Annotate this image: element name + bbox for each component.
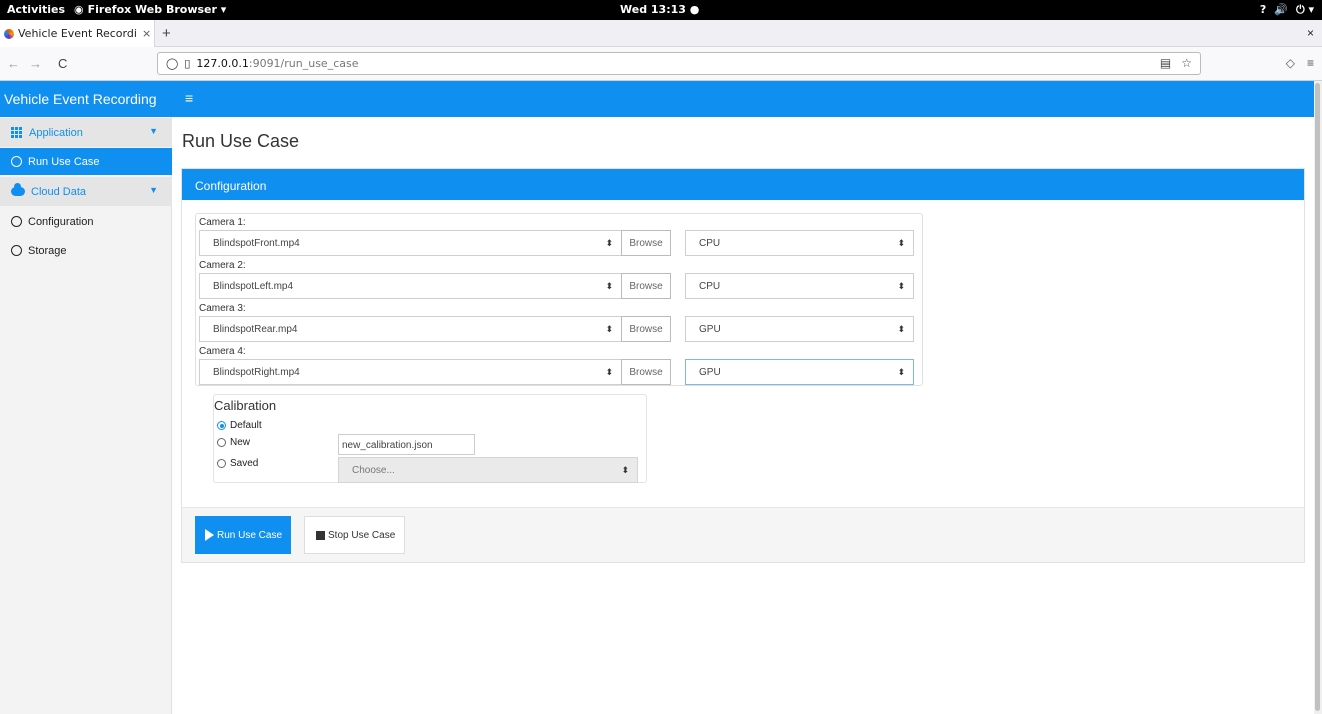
button-label: Run Use Case xyxy=(217,529,283,541)
network-icon: ? xyxy=(1259,3,1267,16)
radio-icon xyxy=(217,438,226,447)
select-arrows-icon: ⬍ xyxy=(605,281,613,291)
new-tab-button[interactable]: + xyxy=(162,25,171,42)
camera-device-select[interactable]: CPU ⬍ xyxy=(685,273,914,299)
url-path: :9091/run_use_case xyxy=(248,57,359,70)
camera-file-select[interactable]: BlindspotFront.mp4 ⬍ xyxy=(199,230,622,256)
camera-label: Camera 2: xyxy=(199,260,246,271)
camera-label: Camera 1: xyxy=(199,217,246,228)
grid-icon xyxy=(11,127,23,138)
browse-button[interactable]: Browse xyxy=(621,359,671,385)
select-arrows-icon: ⬍ xyxy=(897,367,905,377)
clock[interactable]: Wed 13:13 ● xyxy=(620,3,699,16)
select-arrows-icon: ⬍ xyxy=(605,367,613,377)
radio-icon xyxy=(217,459,226,468)
sidebar-item-storage[interactable]: Storage xyxy=(0,237,172,264)
page-title: Run Use Case xyxy=(182,131,300,151)
radio-label: Saved xyxy=(230,458,259,469)
select-arrows-icon: ⬍ xyxy=(605,324,613,334)
sidebar-item-label: Storage xyxy=(28,244,67,257)
power-icon: ⏻ ▾ xyxy=(1295,3,1314,16)
saved-calibration-select[interactable]: Choose... ⬍ xyxy=(338,457,638,483)
circle-icon xyxy=(11,245,22,256)
sidebar-group-cloud-data[interactable]: Cloud Data ▼ xyxy=(0,177,172,206)
scrollbar-thumb[interactable] xyxy=(1315,83,1320,711)
circle-icon xyxy=(11,156,22,167)
play-icon xyxy=(205,529,214,541)
system-top-bar: Activities ◉ Firefox Web Browser ▾ Wed 1… xyxy=(0,0,1322,20)
sidebar-item-label: Run Use Case xyxy=(28,155,100,168)
reader-view-icon[interactable]: ▤ xyxy=(1160,56,1171,70)
cloud-icon xyxy=(11,183,25,196)
camera-file-select[interactable]: BlindspotLeft.mp4 ⬍ xyxy=(199,273,622,299)
shield-icon: ◯ xyxy=(166,57,179,70)
sidebar-item-configuration[interactable]: Configuration xyxy=(0,208,172,235)
new-calibration-filename-input[interactable]: new_calibration.json xyxy=(338,434,475,455)
hamburger-menu-icon[interactable]: ≡ xyxy=(1307,56,1314,70)
bookmark-star-icon[interactable]: ☆ xyxy=(1181,56,1192,70)
volume-icon: 🔊 xyxy=(1274,3,1288,16)
sidebar-group-label: Cloud Data xyxy=(31,185,87,198)
tab-title: Vehicle Event Recordi xyxy=(18,27,137,40)
sidebar: Application ▼ Run Use Case Cloud Data ▼ … xyxy=(0,117,172,714)
pocket-icon[interactable]: ◇ xyxy=(1286,56,1295,70)
browser-tab[interactable]: Vehicle Event Recordi × xyxy=(0,20,155,47)
radio-label: New xyxy=(230,437,251,448)
reload-button[interactable]: C xyxy=(58,56,67,71)
select-arrows-icon: ⬍ xyxy=(897,281,905,291)
app-brand[interactable]: Vehicle Event Recording xyxy=(0,81,172,117)
tab-strip: Vehicle Event Recordi × + × xyxy=(0,20,1322,47)
window-close-button[interactable]: × xyxy=(1307,26,1314,40)
sidebar-item-label: Configuration xyxy=(28,215,94,228)
calibration-saved-radio[interactable]: Saved xyxy=(217,458,258,469)
sidebar-group-label: Application xyxy=(29,126,83,139)
radio-label: Default xyxy=(230,420,262,431)
radio-checked-icon xyxy=(217,421,226,430)
page-icon: ▯ xyxy=(184,57,191,70)
select-arrows-icon: ⬍ xyxy=(621,465,629,475)
camera-device-select[interactable]: GPU ⬍ xyxy=(685,359,914,385)
tab-close-icon[interactable]: × xyxy=(142,27,151,40)
navigation-bar: ← → C ◯ ▯ 127.0.0.1:9091/run_use_case ▤ … xyxy=(0,47,1322,81)
app-menu[interactable]: ◉ Firefox Web Browser ▾ xyxy=(74,3,226,16)
button-label: Stop Use Case xyxy=(328,529,396,541)
sidebar-item-run-use-case[interactable]: Run Use Case xyxy=(0,148,172,175)
calibration-default-radio[interactable]: Default xyxy=(217,420,262,431)
select-arrows-icon: ⬍ xyxy=(605,238,613,248)
run-use-case-button[interactable]: Run Use Case xyxy=(195,516,291,554)
calibration-title: Calibration xyxy=(214,398,277,413)
stop-icon xyxy=(316,530,325,540)
camera-label: Camera 4: xyxy=(199,346,246,357)
url-bar[interactable]: ◯ ▯ 127.0.0.1:9091/run_use_case ▤ ☆ xyxy=(157,52,1201,75)
url-host: 127.0.0.1 xyxy=(196,57,249,70)
panel-header: Configuration xyxy=(182,169,1304,200)
camera-file-select[interactable]: BlindspotRear.mp4 ⬍ xyxy=(199,316,622,342)
back-button[interactable]: ← xyxy=(7,56,20,71)
stop-use-case-button[interactable]: Stop Use Case xyxy=(304,516,405,554)
favicon-icon xyxy=(4,28,14,39)
browse-button[interactable]: Browse xyxy=(621,273,671,299)
camera-device-select[interactable]: GPU ⬍ xyxy=(685,316,914,342)
browse-button[interactable]: Browse xyxy=(621,316,671,342)
circle-icon xyxy=(11,216,22,227)
sidebar-group-application[interactable]: Application ▼ xyxy=(0,118,172,147)
camera-label: Camera 3: xyxy=(199,303,246,314)
forward-button[interactable]: → xyxy=(29,56,42,71)
select-arrows-icon: ⬍ xyxy=(897,324,905,334)
calibration-new-radio[interactable]: New xyxy=(217,437,250,448)
camera-device-select[interactable]: CPU ⬍ xyxy=(685,230,914,256)
app-header: ≡ xyxy=(172,81,1314,117)
camera-file-select[interactable]: BlindspotRight.mp4 ⬍ xyxy=(199,359,622,385)
system-tray[interactable]: ? 🔊 ⏻ ▾ xyxy=(1260,3,1314,17)
chevron-down-icon: ▼ xyxy=(149,126,158,136)
sidebar-toggle-icon[interactable]: ≡ xyxy=(185,90,193,106)
app-menu-label: Firefox Web Browser ▾ xyxy=(87,3,227,16)
page-scrollbar[interactable] xyxy=(1314,81,1322,714)
chevron-down-icon: ▼ xyxy=(149,185,158,195)
activities-button[interactable]: Activities xyxy=(7,3,65,16)
firefox-icon: ◉ xyxy=(74,3,84,16)
select-arrows-icon: ⬍ xyxy=(897,238,905,248)
browse-button[interactable]: Browse xyxy=(621,230,671,256)
